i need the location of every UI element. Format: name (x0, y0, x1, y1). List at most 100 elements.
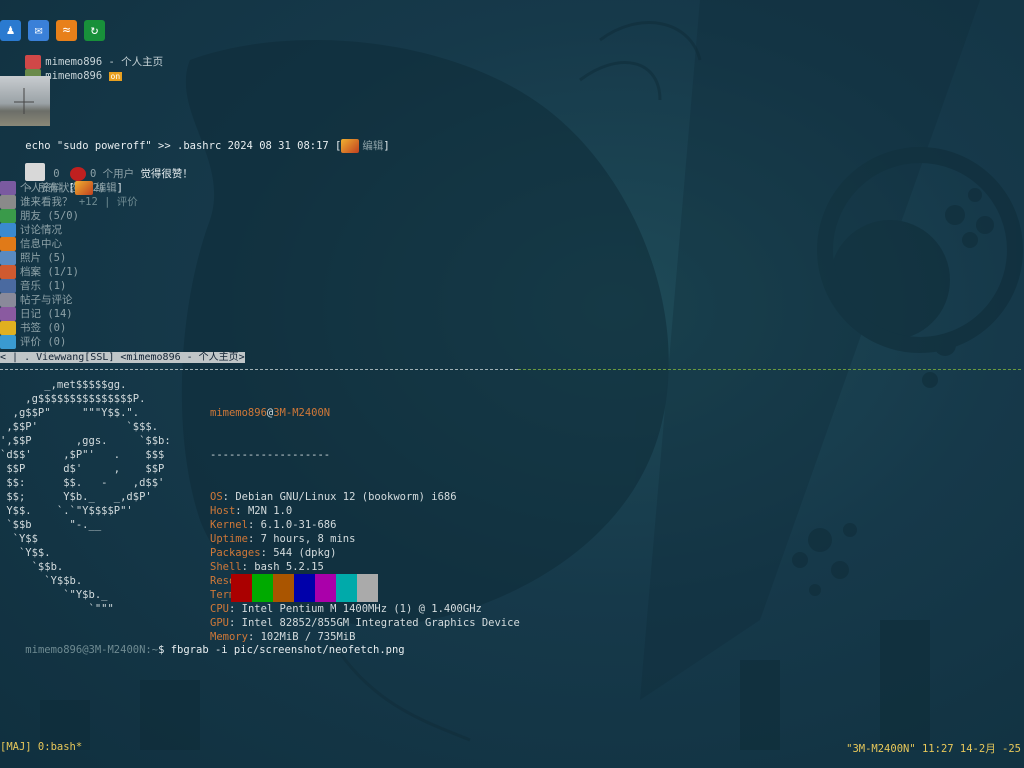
tmux-window-list[interactable]: [MAJ] 0:bash* (0, 741, 82, 753)
neofetch-key: Shell (210, 561, 242, 573)
menu-label: 个人资料 (20, 182, 62, 194)
neofetch-info: mimemo896@3M-M2400N ------------------- … (210, 378, 520, 672)
menu-label: 谁来看我？ (20, 196, 73, 208)
menu-item-info[interactable]: 信息中心 (0, 237, 62, 251)
profile-edit-link[interactable]: 编辑 (96, 182, 117, 194)
menu-label: 信息中心 (20, 238, 62, 250)
online-badge: on (108, 72, 123, 81)
neofetch-row: Uptime: 7 hours, 8 mins (210, 532, 520, 546)
logo-line: Y$$. `.`"Y$$$$P"' (0, 505, 133, 517)
neofetch-value: Debian GNU/Linux 12 (bookworm) i686 (235, 491, 457, 503)
menu-extra[interactable]: +12 | 评价 (73, 196, 138, 208)
likes-line: 0 0 个用户 觉得很赞！ (0, 153, 193, 181)
logo-line: ',$$P ,ggs. `$$b: (0, 435, 171, 447)
logo-line: `$$b "-.__ (0, 519, 102, 531)
neofetch-key: Uptime (210, 533, 248, 545)
logo-line: `$$b. (0, 561, 64, 573)
neofetch-value: 6.1.0-31-686 (260, 519, 337, 531)
neofetch-sep: : (222, 491, 236, 503)
post-edit-link[interactable]: 编辑 (362, 140, 383, 152)
logo-line: $$P d$' , $$P (0, 463, 165, 475)
neofetch-sep: : (247, 519, 261, 531)
menu-item-discussion[interactable]: 讨论情况 (0, 223, 62, 237)
menu-item-ratings[interactable]: 评价 (0) (0, 335, 66, 349)
color-block (357, 574, 378, 602)
menu-item-archive[interactable]: 档案 (1/1) (0, 265, 79, 279)
prompt-command: fbgrab -i pic/screenshot/neofetch.png (170, 644, 405, 656)
logo-line: `d$$' ,$P"' . $$$ (0, 449, 165, 461)
logo-line: ,$$P' `$$$. (0, 421, 159, 433)
like-suffix: 觉得很赞！ (140, 168, 193, 180)
neofetch-row: Host: M2N 1.0 (210, 504, 520, 518)
logo-line: `"Y$b._ (0, 589, 108, 601)
menu-label: 音乐 (1) (20, 280, 67, 292)
menu-item-friends[interactable]: 朋友 (5/0) (0, 209, 79, 223)
neofetch-row: Shell: bash 5.2.15 (210, 560, 520, 574)
thumbnail-image (14, 88, 34, 114)
menu-item-bookmarks[interactable]: 书签 (0) (0, 321, 66, 335)
refresh-icon[interactable]: ↻ (84, 20, 105, 41)
neofetch-user: mimemo896 (210, 407, 267, 419)
archive-icon (0, 265, 16, 279)
color-block (231, 574, 252, 602)
prompt-symbol: $ (158, 644, 171, 656)
debian-logo: _,met$$$$$gg. ,g$$$$$$$$$$$$$$$P. ,g$$P"… (0, 378, 171, 616)
pencil-icon (74, 181, 93, 195)
shell-prompt-line[interactable]: mimemo896@3M-M2400N:~$ fbgrab -i pic/scr… (0, 629, 405, 671)
menu-extra: [ (62, 182, 75, 194)
neofetch-row: Packages: 544 (dpkg) (210, 546, 520, 560)
neofetch-key: OS (210, 491, 223, 503)
menu-item-visitors[interactable]: 谁来看我？ +12 | 评价 (0, 195, 138, 209)
prompt-user-host: mimemo896@3M-M2400N (25, 644, 146, 656)
post-thumbnail[interactable] (0, 76, 50, 126)
neofetch-value: M2N 1.0 (247, 505, 293, 517)
neofetch-row: GPU: Intel 82852/855GM Integrated Graphi… (210, 616, 520, 630)
browser-status-bar: < | . Viewwang[SSL] <mimemo896 - 个人主页> (0, 352, 245, 363)
menu-item-posts[interactable]: 帖子与评论 (0, 293, 73, 307)
logo-line: $$: $$. - ,d$$' (0, 477, 165, 489)
neofetch-value: 544 (dpkg) (273, 547, 337, 559)
menu-extra-close: ] (116, 182, 123, 194)
post-text: echo "sudo poweroff" >> .bashrc 2024 08 … (25, 140, 342, 152)
rss-icon[interactable]: ≈ (56, 20, 77, 41)
eye-icon (0, 195, 16, 209)
menu-label: 评价 (0) (20, 336, 67, 348)
bookmark-icon (0, 321, 16, 335)
neofetch-value: Intel Pentium M 1400MHz (1) @ 1.400GHz (241, 603, 482, 615)
neofetch-row: Kernel: 6.1.0-31-686 (210, 518, 520, 532)
friends-icon (0, 209, 16, 223)
rss-icon (0, 237, 16, 251)
user-icon[interactable]: ♟ (0, 20, 21, 41)
color-block (294, 574, 315, 602)
all-status-link[interactable]: → 所有状态 (2) (0, 167, 105, 194)
pencil-icon (341, 139, 360, 153)
neofetch-row: CPU: Intel Pentium M 1400MHz (1) @ 1.400… (210, 602, 520, 616)
menu-item-diary[interactable]: 日记 (14) (0, 307, 73, 321)
neofetch-key: Packages (210, 547, 261, 559)
menu-item-photos[interactable]: 照片 (5) (0, 251, 66, 265)
logo-line: `""" (0, 603, 114, 615)
profile-icon (0, 181, 16, 195)
color-block (252, 574, 273, 602)
menu-item-music[interactable]: 音乐 (1) (0, 279, 66, 293)
username[interactable]: mimemo896 (45, 70, 102, 82)
logo-line: `Y$$b. (0, 575, 83, 587)
logo-line: ,g$$$$$$$$$$$$$$$P. (0, 393, 146, 405)
neofetch-sep: : (235, 505, 248, 517)
color-block (315, 574, 336, 602)
user-line: mimemo896 on (0, 55, 123, 83)
diary-icon (0, 307, 16, 321)
photo-icon (0, 251, 16, 265)
neofetch-value: bash 5.2.15 (254, 561, 324, 573)
posts-icon (0, 293, 16, 307)
menu-label: 帖子与评论 (20, 294, 73, 306)
menu-item-profile[interactable]: 个人资料 [ 编辑] (0, 181, 123, 195)
menu-label: 讨论情况 (20, 224, 62, 236)
neofetch-key: Kernel (210, 519, 248, 531)
mail-icon[interactable]: ✉ (28, 20, 49, 41)
neofetch-sep: : (228, 603, 242, 615)
neofetch-value: Intel 82852/855GM Integrated Graphics De… (241, 617, 520, 629)
neofetch-rows: OS: Debian GNU/Linux 12 (bookworm) i686 H… (210, 490, 520, 644)
logo-line: `Y$$. (0, 547, 51, 559)
color-block (336, 574, 357, 602)
